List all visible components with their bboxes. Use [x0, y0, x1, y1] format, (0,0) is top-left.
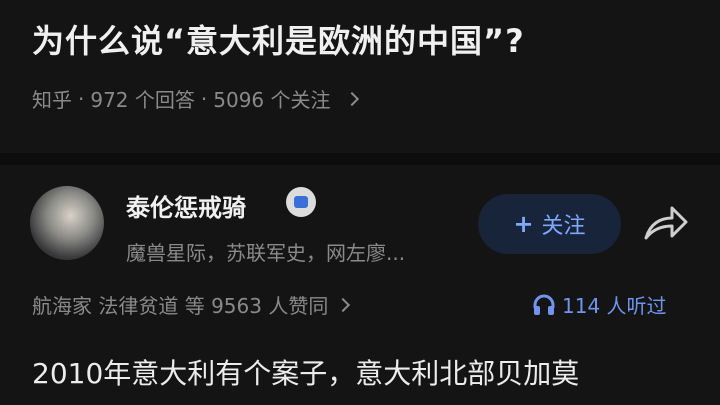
- headphones-icon: [533, 294, 555, 315]
- avatar[interactable]: [30, 186, 104, 260]
- section-divider: [0, 153, 720, 165]
- source-label: 知乎: [32, 88, 72, 112]
- verified-badge-icon: [286, 187, 316, 217]
- listen-stats[interactable]: 114 人听过: [532, 290, 667, 319]
- endorsement-stats[interactable]: 航海家 法律贫道 等 9563 人赞同: [32, 290, 351, 319]
- share-icon[interactable]: [640, 200, 690, 246]
- follow-button[interactable]: + 关注: [478, 194, 621, 254]
- answer-text[interactable]: 2010年意大利有个案子，意大利北部贝加莫: [32, 352, 579, 392]
- follow-label: 关注: [541, 214, 586, 239]
- plus-icon: +: [513, 210, 534, 238]
- separator: ·: [78, 86, 85, 111]
- question-title[interactable]: 为什么说“意大利是欧洲的中国”?: [32, 16, 525, 62]
- author-name[interactable]: 泰伦惩戒骑: [126, 188, 246, 223]
- separator: ·: [200, 86, 208, 111]
- answer-count: 972 个回答: [90, 88, 195, 112]
- author-description: 魔兽星际，苏联军史，网左廖...: [126, 241, 406, 265]
- listener-count: 114 人听过: [562, 294, 667, 318]
- chevron-right-icon: [344, 91, 359, 106]
- endorsement-text: 航海家 法律贫道 等 9563 人赞同: [32, 294, 329, 318]
- question-meta[interactable]: 知乎 · 972 个回答 · 5096 个关注: [32, 84, 359, 113]
- chevron-right-icon: [336, 297, 351, 312]
- follower-count: 5096 个关注: [213, 88, 331, 112]
